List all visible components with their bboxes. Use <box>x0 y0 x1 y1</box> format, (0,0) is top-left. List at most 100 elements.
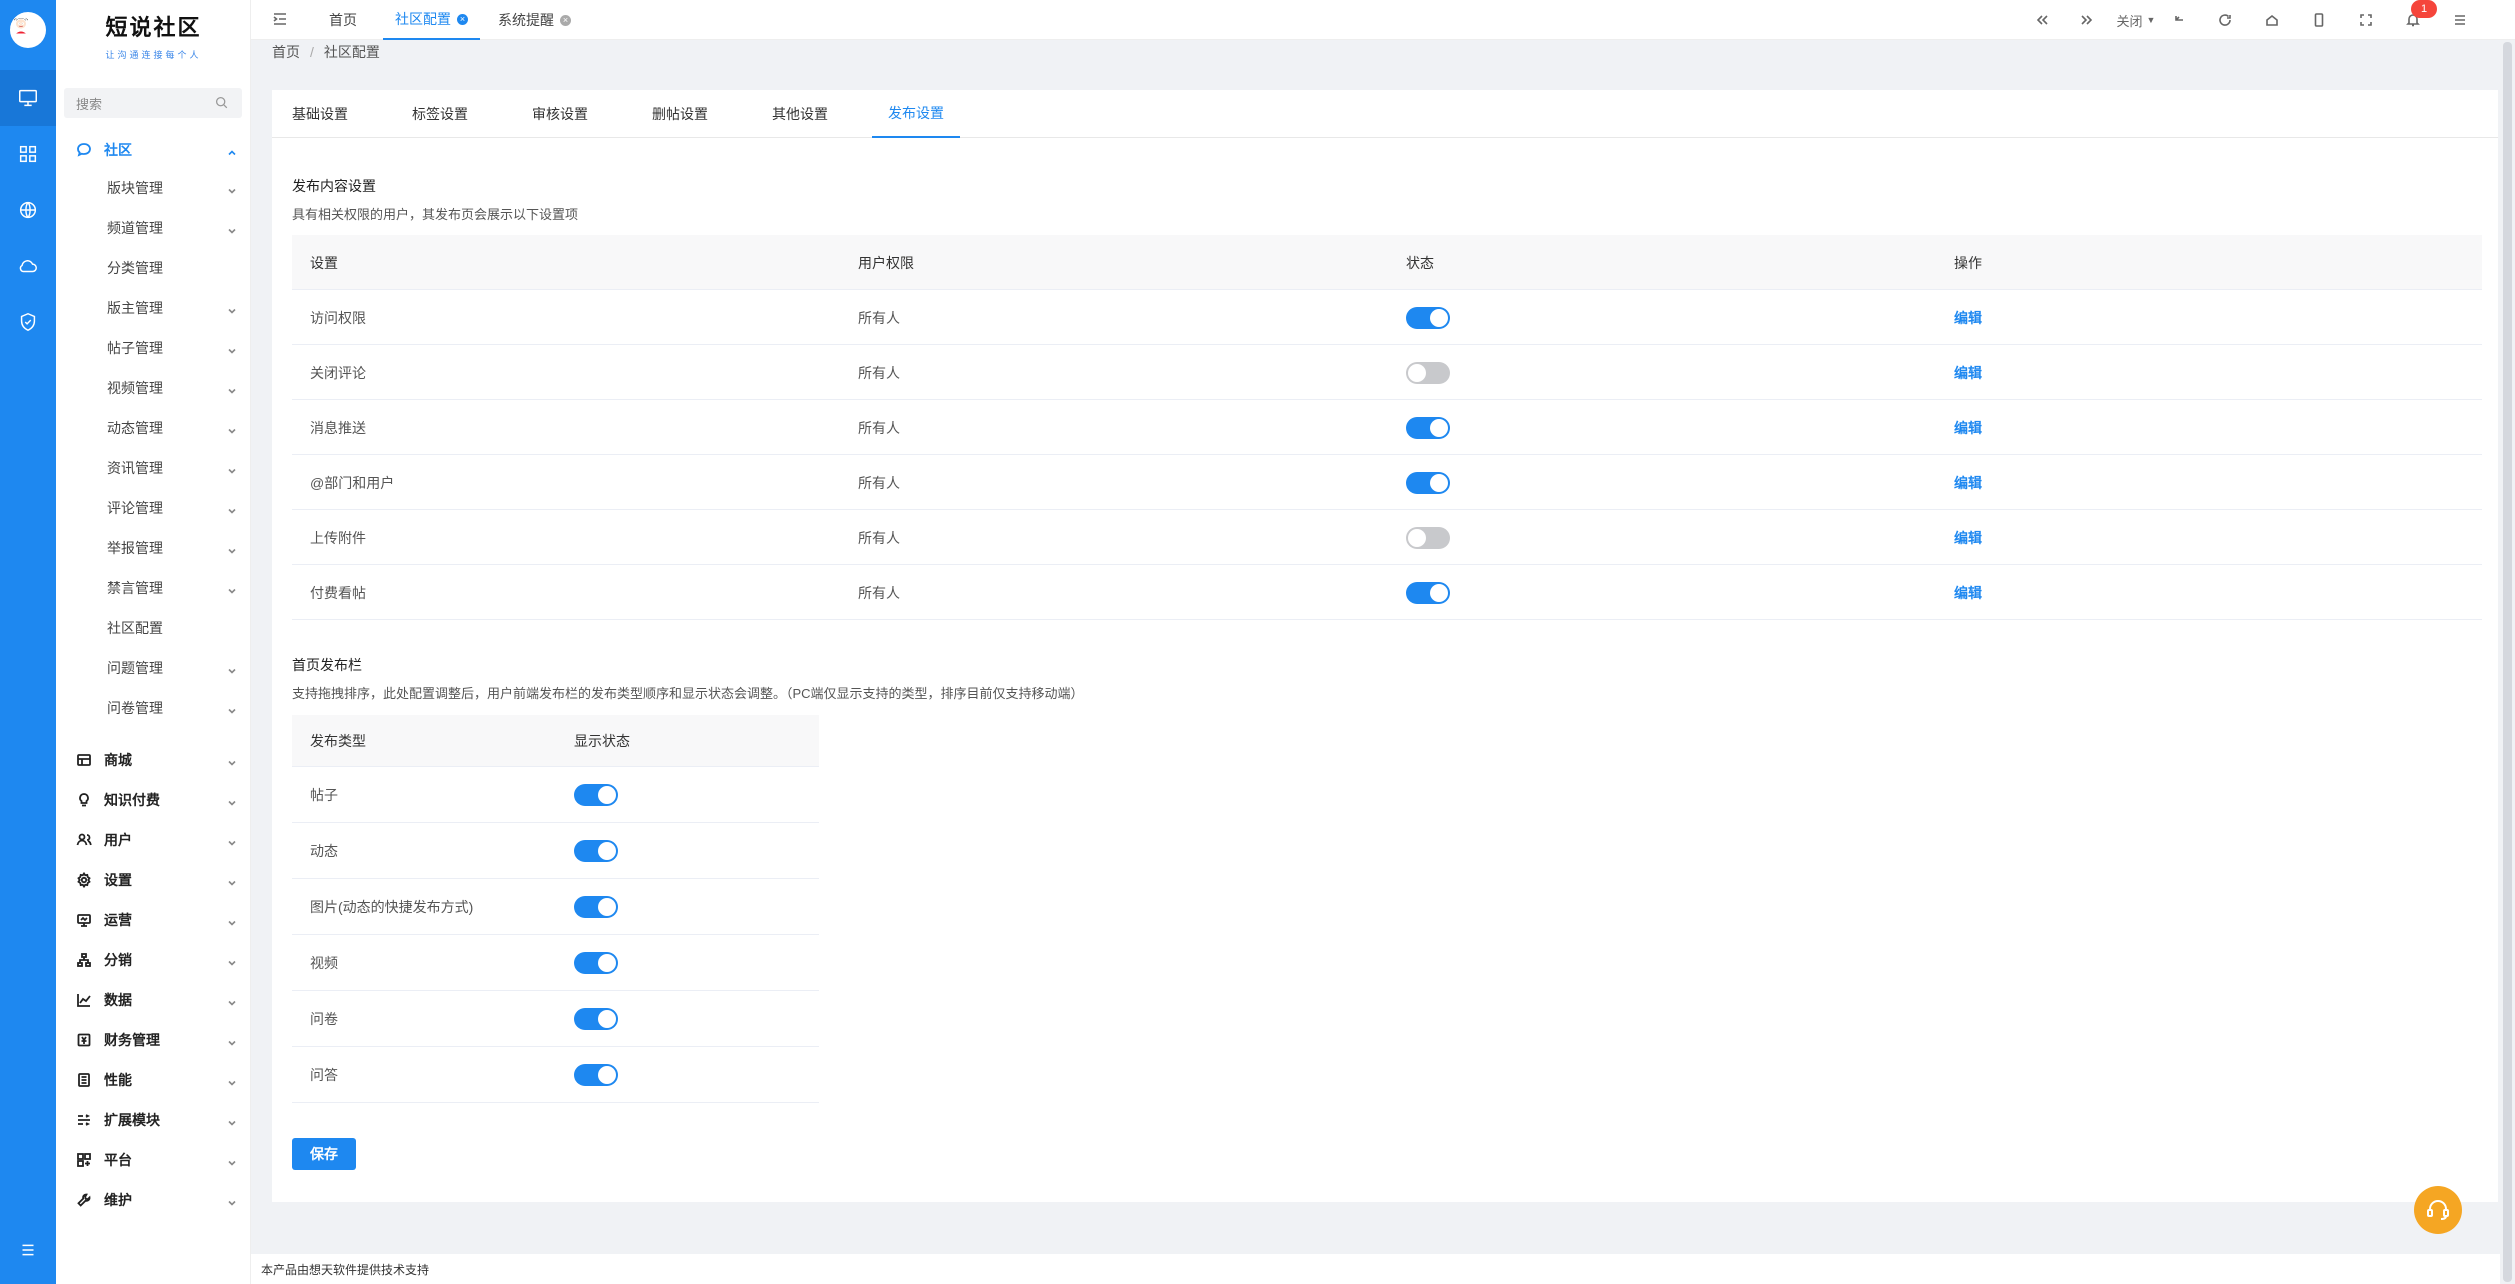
status-toggle[interactable] <box>1406 306 1450 329</box>
sidebar-subitem[interactable]: 频道管理 <box>56 208 251 248</box>
tab-other-settings[interactable]: 其他设置 <box>752 90 848 138</box>
tab-delete-settings[interactable]: 删帖设置 <box>632 90 728 138</box>
screen-icon <box>76 912 92 928</box>
sidebar-group-community[interactable]: 社区 <box>56 130 251 170</box>
edit-link[interactable]: 编辑 <box>1954 418 1982 438</box>
sidebar-subitem-label: 版块管理 <box>107 180 163 196</box>
sidebar-subitem[interactable]: 问题管理 <box>56 648 251 688</box>
tab-label: 首页 <box>329 12 357 28</box>
visibility-toggle[interactable] <box>574 840 618 862</box>
menu-icon[interactable] <box>0 1222 56 1278</box>
setting-name: 付费看帖 <box>310 584 366 601</box>
sidebar-subitem[interactable]: 版块管理 <box>56 168 251 208</box>
tab-home[interactable]: 首页 <box>329 0 357 40</box>
fullscreen-icon[interactable] <box>2354 8 2378 32</box>
table-row[interactable]: 视频 <box>292 935 819 991</box>
avatar[interactable] <box>10 12 46 48</box>
sidebar-group[interactable]: 数据 <box>56 980 251 1020</box>
setting-name: 访问权限 <box>310 309 366 326</box>
close-tab-icon[interactable]: × <box>560 14 571 26</box>
edit-link[interactable]: 编辑 <box>1954 528 1982 548</box>
search-input[interactable]: 搜索 <box>64 88 242 118</box>
edit-link[interactable]: 编辑 <box>1954 473 1982 493</box>
status-toggle[interactable] <box>1406 471 1450 494</box>
table-row[interactable]: 问答 <box>292 1047 819 1103</box>
save-button[interactable]: 保存 <box>292 1138 356 1170</box>
sidebar-group[interactable]: 性能 <box>56 1060 251 1100</box>
tab-community-config[interactable]: 社区配置 × <box>383 0 480 40</box>
visibility-toggle[interactable] <box>574 784 618 806</box>
visibility-toggle[interactable] <box>574 1008 618 1030</box>
sidebar-group[interactable]: 用户 <box>56 820 251 860</box>
cloud-icon[interactable] <box>0 238 56 294</box>
visibility-toggle[interactable] <box>574 896 618 918</box>
page-scrollbar[interactable] <box>2500 40 2515 1284</box>
sidebar-group[interactable]: 财务管理 <box>56 1020 251 1060</box>
bell-icon[interactable]: 1 <box>2401 0 2437 32</box>
sidebar-subitem[interactable]: 问卷管理 <box>56 688 251 728</box>
sidebar-subitem-label: 问题管理 <box>107 660 163 676</box>
top-bar: 首页 社区配置 × 系统提醒 × 关闭 ▼ 1 <box>251 0 2515 40</box>
sidebar-subitem[interactable]: 举报管理 <box>56 528 251 568</box>
status-cell <box>1406 400 1450 455</box>
home-screen-icon[interactable] <box>2260 8 2284 32</box>
scroll-left-icon[interactable] <box>2030 8 2054 32</box>
table-row[interactable]: 图片(动态的快捷发布方式) <box>292 879 819 935</box>
table-row[interactable]: 问卷 <box>292 991 819 1047</box>
status-toggle[interactable] <box>1406 526 1450 549</box>
shield-check-icon[interactable] <box>0 294 56 350</box>
sidebar-subitem[interactable]: 视频管理 <box>56 368 251 408</box>
sidebar-group[interactable]: 扩展模块 <box>56 1100 251 1140</box>
back-icon[interactable] <box>2167 8 2191 32</box>
sidebar-group[interactable]: 分销 <box>56 940 251 980</box>
table-row[interactable]: 帖子 <box>292 767 819 823</box>
sidebar-group[interactable]: 商城 <box>56 740 251 780</box>
monitor-icon[interactable] <box>0 70 56 126</box>
grid-icon[interactable] <box>0 126 56 182</box>
edit-link[interactable]: 编辑 <box>1954 308 1982 328</box>
sidebar-subitem[interactable]: 评论管理 <box>56 488 251 528</box>
sidebar-group[interactable]: 平台 <box>56 1140 251 1180</box>
sidebar-subitem[interactable]: 动态管理 <box>56 408 251 448</box>
sidebar-group[interactable]: 设置 <box>56 860 251 900</box>
sidebar-subitem[interactable]: 社区配置 <box>56 608 251 648</box>
sidebar-subitem[interactable]: 禁言管理 <box>56 568 251 608</box>
visibility-toggle[interactable] <box>574 1064 618 1086</box>
sidebar-group[interactable]: 运营 <box>56 900 251 940</box>
sidebar-subitem[interactable]: 帖子管理 <box>56 328 251 368</box>
collapse-sidebar-icon[interactable] <box>271 10 291 30</box>
tab-tag-settings[interactable]: 标签设置 <box>392 90 488 138</box>
table-row: 付费看帖 所有人 编辑 <box>292 565 2482 620</box>
tab-system-alerts[interactable]: 系统提醒 × <box>498 0 571 40</box>
breadcrumb-home[interactable]: 首页 <box>272 42 300 62</box>
sidebar-subitem[interactable]: 版主管理 <box>56 288 251 328</box>
mobile-icon[interactable] <box>2307 8 2331 32</box>
visibility-toggle[interactable] <box>574 952 618 974</box>
publish-content-description: 具有相关权限的用户，其发布页会展示以下设置项 <box>292 207 579 222</box>
customer-support-icon[interactable] <box>2414 1186 2462 1234</box>
tab-publish-settings[interactable]: 发布设置 <box>872 90 960 138</box>
search-icon[interactable] <box>215 96 228 109</box>
sidebar-group[interactable]: 维护 <box>56 1180 251 1220</box>
table-row: 消息推送 所有人 编辑 <box>292 400 2482 455</box>
refresh-icon[interactable] <box>2213 8 2237 32</box>
sidebar-subitem[interactable]: 资讯管理 <box>56 448 251 488</box>
table-row[interactable]: 动态 <box>292 823 819 879</box>
scroll-right-icon[interactable] <box>2075 8 2099 32</box>
footer-text: 本产品由想天软件提供技术支持 <box>261 1262 430 1277</box>
edit-link[interactable]: 编辑 <box>1954 583 1982 603</box>
tab-review-settings[interactable]: 审核设置 <box>512 90 608 138</box>
globe-icon[interactable] <box>0 182 56 238</box>
edit-link[interactable]: 编辑 <box>1954 363 1982 383</box>
tab-basic-settings[interactable]: 基础设置 <box>272 90 368 138</box>
close-tab-icon[interactable]: × <box>457 13 468 25</box>
status-toggle[interactable] <box>1406 416 1450 439</box>
close-tabs-dropdown[interactable]: 关闭 ▼ <box>2112 8 2160 32</box>
sidebar-subitem[interactable]: 分类管理 <box>56 248 251 288</box>
status-toggle[interactable] <box>1406 361 1450 384</box>
scrollbar-thumb[interactable] <box>2503 42 2512 1282</box>
sidebar-group[interactable]: 知识付费 <box>56 780 251 820</box>
chart-icon <box>76 992 92 1008</box>
status-toggle[interactable] <box>1406 581 1450 604</box>
more-menu-icon[interactable] <box>2448 8 2472 32</box>
